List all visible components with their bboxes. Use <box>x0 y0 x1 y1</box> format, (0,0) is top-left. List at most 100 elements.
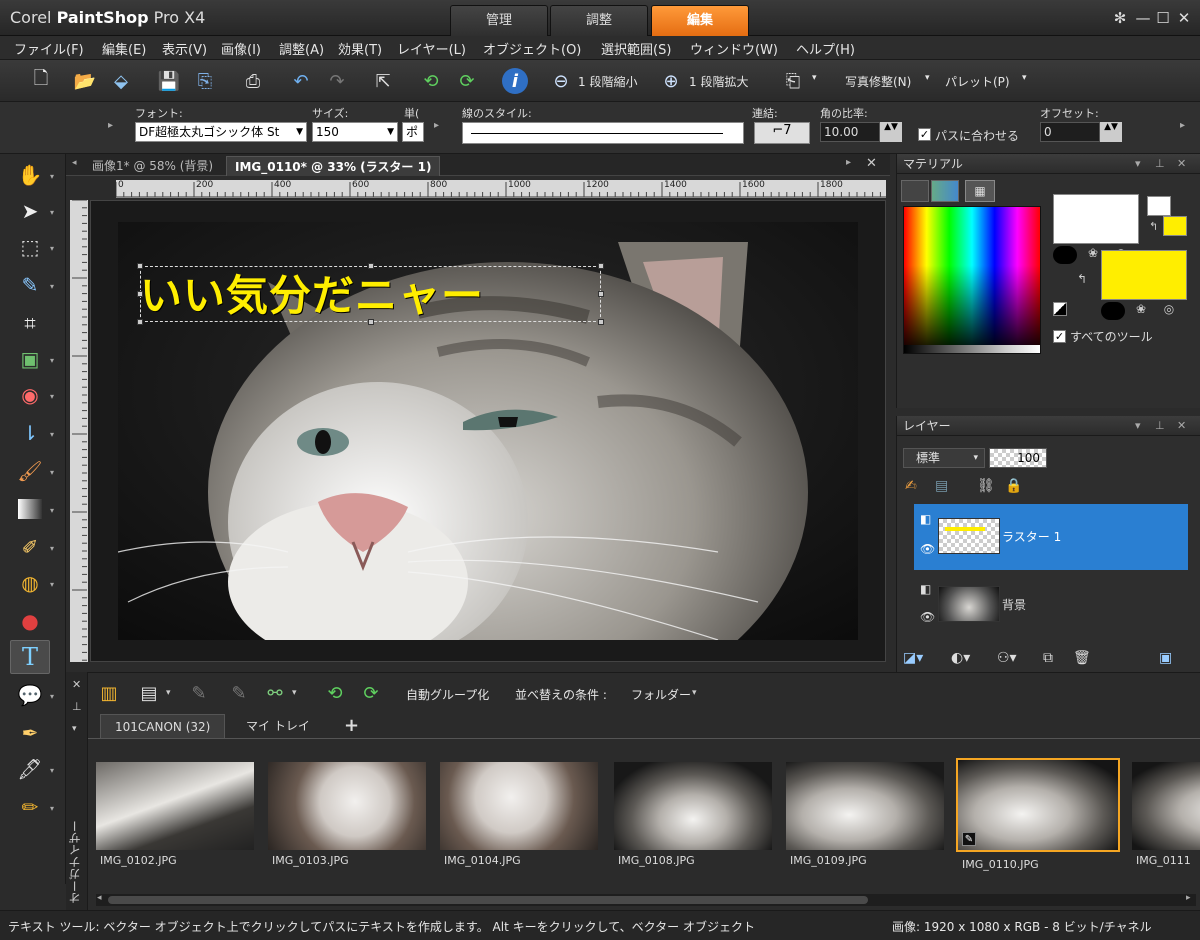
scroll-left-icon[interactable]: ◂ <box>97 893 102 903</box>
organizer-pin-icon[interactable]: ⊥ <box>72 700 82 713</box>
organizer-menu-icon[interactable]: ▾ <box>72 724 77 734</box>
visibility-eye-icon[interactable]: 👁 <box>920 610 935 624</box>
scroll-right-icon[interactable]: ▸ <box>1186 893 1191 903</box>
menu-help[interactable]: ヘルプ(H) <box>796 39 855 58</box>
add-tab-button[interactable]: + <box>330 714 373 738</box>
rainbow-tab-icon[interactable] <box>931 180 959 202</box>
duplicate-layer-icon[interactable]: ⧉ <box>1043 650 1061 668</box>
organizer-close-icon[interactable]: ✕ <box>72 678 81 691</box>
eraser-tool-icon[interactable]: ✐ <box>10 530 50 564</box>
layers-pin-icon[interactable]: ⊥ <box>1155 416 1165 436</box>
tabs-scroll-right-icon[interactable]: ▸ <box>846 157 851 168</box>
bg-texture-icon[interactable]: ❀ <box>1129 302 1153 320</box>
tabs-scroll-left-icon[interactable]: ◂ <box>72 158 77 168</box>
makeover-tool-icon[interactable]: ⇂ <box>10 416 50 450</box>
save-icon[interactable]: 💾 <box>156 68 182 94</box>
pick-tool-dropdown-icon[interactable]: ▾ <box>50 208 54 217</box>
picture-tube-tool-icon[interactable]: ● <box>10 604 50 638</box>
foreground-swatch[interactable] <box>1053 194 1139 244</box>
crop-tool-icon[interactable]: ⌗ <box>10 306 50 340</box>
layer-name-background[interactable]: 背景 <box>1002 596 1026 613</box>
doc-tab-img0110[interactable]: IMG_0110* @ 33% (ラスター 1) <box>226 156 441 176</box>
selection-tool-icon[interactable]: ⬚ <box>10 230 50 264</box>
preset-shape-tool-icon[interactable]: 💬 <box>10 678 50 712</box>
doc-tab-image1[interactable]: 画像1* @ 58% (背景) <box>84 156 221 176</box>
handle-bottom-right[interactable] <box>598 319 604 325</box>
info-icon[interactable]: i <box>502 68 528 94</box>
offset-input[interactable]: 0 <box>1040 122 1100 142</box>
redo-icon[interactable]: ↷ <box>324 68 350 94</box>
zoom-out-label[interactable]: 1 段階縮小 <box>578 73 637 90</box>
thumbnail-img0109[interactable]: IMG_0109.JPG <box>786 758 944 878</box>
swatches-tab-icon[interactable]: ▦ <box>965 180 995 202</box>
bg-style-solid-icon[interactable] <box>1101 302 1125 320</box>
size-combo[interactable]: 150 ▼ <box>312 122 398 142</box>
photo-fix-dropdown-icon[interactable]: ▾ <box>925 73 930 83</box>
dropper-tool-dropdown-icon[interactable]: ▾ <box>50 282 54 291</box>
thumbnail-img0102[interactable]: IMG_0102.JPG <box>96 758 254 878</box>
gradient-tool-dropdown-icon[interactable]: ▾ <box>50 506 54 515</box>
straighten-tool-dropdown-icon[interactable]: ▾ <box>50 356 54 365</box>
view-mode-icon[interactable]: ▤ <box>136 680 162 706</box>
art-eraser-tool-dropdown-icon[interactable]: ▾ <box>50 804 54 813</box>
organizer-rotate-right-icon[interactable]: ⟳ <box>358 680 384 706</box>
sort-value-select[interactable]: フォルダー <box>631 686 691 703</box>
scan-icon[interactable]: ⬙ <box>108 68 134 94</box>
dropper-tool-icon[interactable]: ✎ <box>10 268 50 302</box>
menu-layers[interactable]: レイヤー(L) <box>397 39 466 58</box>
layer-lock-icon[interactable]: 🔒 <box>1005 478 1023 496</box>
miter-input[interactable]: 10.00 <box>820 122 880 142</box>
thumbnail-img0108[interactable]: IMG_0108.JPG <box>614 758 772 878</box>
photo-fix-menu[interactable]: 写真修整(N) <box>845 73 911 90</box>
layers-close-icon[interactable]: ✕ <box>1177 416 1186 436</box>
preset-shape-tool-dropdown-icon[interactable]: ▾ <box>50 692 54 701</box>
menu-view[interactable]: 表示(V) <box>162 39 207 58</box>
thumbnail-img0110[interactable]: ✎ IMG_0110.JPG <box>956 758 1120 878</box>
share-dropdown-icon[interactable]: ▾ <box>292 688 297 698</box>
layer-row-raster1[interactable]: ◧ 👁 ラスター 1 <box>914 504 1188 570</box>
organizer-scrollbar-thumb[interactable] <box>108 896 868 904</box>
menu-selections[interactable]: 選択範囲(S) <box>601 39 671 58</box>
tab-adjust[interactable]: 調整 <box>550 5 648 36</box>
swap-materials-icon[interactable]: ↰ <box>1077 272 1087 286</box>
copy-dropdown-icon[interactable]: ▾ <box>812 73 817 83</box>
background-swatch[interactable] <box>1101 250 1187 300</box>
paint-brush-tool-dropdown-icon[interactable]: ▾ <box>50 468 54 477</box>
menu-window[interactable]: ウィンドウ(W) <box>690 39 778 58</box>
new-file-icon[interactable]: 🗋 <box>28 68 54 94</box>
flood-fill-tool-dropdown-icon[interactable]: ▾ <box>50 580 54 589</box>
font-combo[interactable]: DF超極太丸ゴシック体 St ▼ <box>135 122 307 142</box>
tab-edit[interactable]: 編集 <box>651 5 749 36</box>
rotate-left-icon[interactable]: ⟲ <box>418 68 444 94</box>
art-brush-tool-icon[interactable]: 🖋 <box>10 752 50 786</box>
close-document-icon[interactable]: ✕ <box>866 156 877 171</box>
layer-link-icon[interactable]: ⛓ <box>977 478 995 496</box>
opacity-input[interactable]: 100 <box>989 448 1047 468</box>
undo-icon[interactable]: ↶ <box>288 68 314 94</box>
red-eye-tool-dropdown-icon[interactable]: ▾ <box>50 392 54 401</box>
maximize-icon[interactable]: ☐ <box>1153 8 1173 28</box>
options-more-icon[interactable]: ▸ <box>434 120 439 131</box>
materials-close-icon[interactable]: ✕ <box>1177 154 1186 174</box>
gradient-tool-icon[interactable] <box>10 492 50 526</box>
miter-spinner[interactable]: ▲▼ <box>880 122 902 142</box>
close-icon[interactable]: ✕ <box>1174 8 1194 28</box>
fg-style-solid-icon[interactable] <box>1053 246 1077 264</box>
new-layer-icon[interactable]: ◪▾ <box>903 650 933 668</box>
sort-dropdown-icon[interactable]: ▾ <box>692 688 697 698</box>
menu-image[interactable]: 画像(I) <box>221 39 261 58</box>
flood-fill-tool-icon[interactable]: ◍ <box>10 566 50 600</box>
art-eraser-tool-icon[interactable]: ✏ <box>10 790 50 824</box>
view-mode-dropdown-icon[interactable]: ▾ <box>166 688 171 698</box>
eraser-tool-dropdown-icon[interactable]: ▾ <box>50 544 54 553</box>
organizer-tab-my-tray[interactable]: マイ トレイ <box>232 714 324 738</box>
swap-colors-icon[interactable]: ↰ <box>1149 220 1158 233</box>
pan-tool-dropdown-icon[interactable]: ▾ <box>50 172 54 181</box>
line-style-combo[interactable] <box>462 122 744 144</box>
pan-tool-icon[interactable]: ✋ <box>10 158 50 192</box>
options-expand-icon[interactable]: ▸ <box>108 120 113 131</box>
all-tools-checkbox[interactable]: ✓ <box>1053 330 1066 343</box>
palette-dropdown-icon[interactable]: ▾ <box>1022 73 1027 83</box>
zoom-in-icon[interactable]: ⊕ <box>658 68 684 94</box>
organizer-rotate-left-icon[interactable]: ⟲ <box>322 680 348 706</box>
